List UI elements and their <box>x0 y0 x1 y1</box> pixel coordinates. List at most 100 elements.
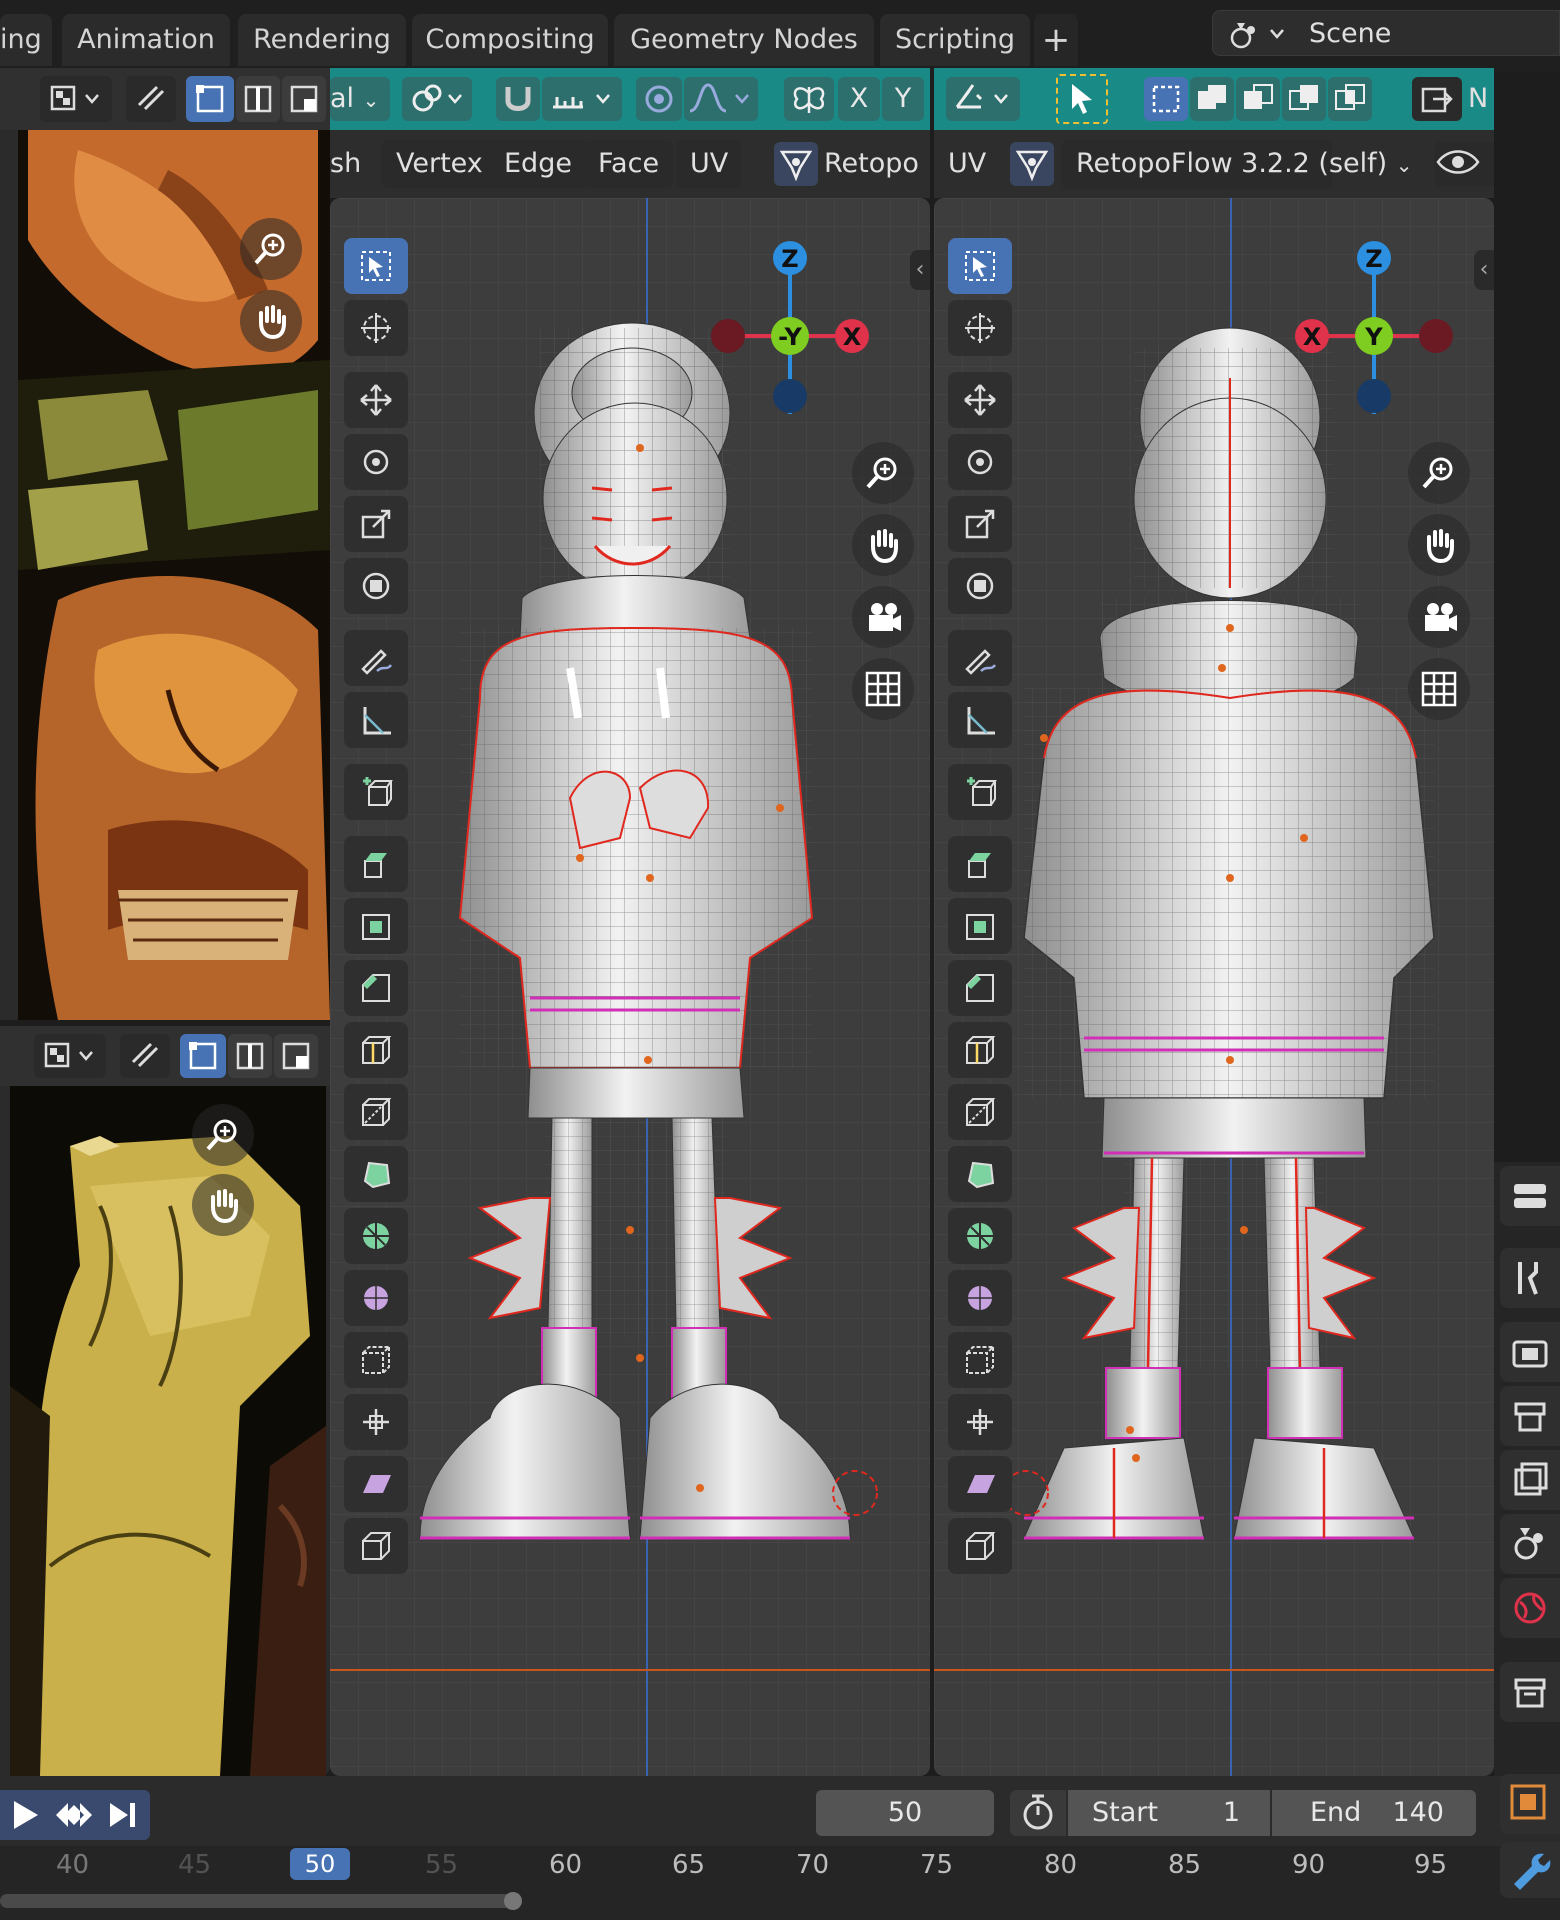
sync-selection-button[interactable] <box>126 76 176 122</box>
add-cube-tool-back[interactable] <box>948 764 1012 820</box>
retopoflow-version-dropdown[interactable]: RetopoFlow 3.2.2 (self) ⌄ <box>1062 140 1413 189</box>
navigation-gizmo-back[interactable]: Z X Y <box>1274 236 1494 416</box>
menu-uv-right[interactable]: UV <box>934 140 1000 188</box>
move-tool[interactable] <box>344 372 408 428</box>
edge-slide-tool[interactable] <box>344 1332 408 1388</box>
face-select-button-bottom[interactable] <box>274 1034 318 1078</box>
rip-tool[interactable] <box>344 1518 408 1574</box>
pivot-dropdown[interactable] <box>402 77 472 121</box>
menu-face[interactable]: Face <box>584 140 674 188</box>
pan-button-front[interactable] <box>852 514 914 576</box>
editor-type-dropdown[interactable] <box>40 76 112 122</box>
workspace-tab-animation[interactable]: Animation <box>62 14 230 66</box>
measure-tool-back[interactable] <box>948 692 1012 748</box>
sidebar-toggle-front[interactable]: ‹ <box>910 250 930 290</box>
scale-tool-back[interactable] <box>948 496 1012 552</box>
end-frame-field[interactable]: End 140 <box>1272 1790 1476 1836</box>
menu-edge[interactable]: Edge <box>490 140 586 188</box>
transform-orientation-dropdown[interactable] <box>946 77 1020 121</box>
properties-tool-tab[interactable] <box>1500 1166 1560 1226</box>
cursor-tool-back[interactable] <box>948 300 1012 356</box>
bevel-tool[interactable] <box>344 960 408 1016</box>
vertex-select-button-bottom[interactable] <box>180 1034 226 1078</box>
mirror-y-toggle[interactable]: Y <box>882 77 924 121</box>
properties-tool-settings-tab[interactable] <box>1500 1248 1560 1308</box>
edge-select-button-bottom[interactable] <box>228 1034 272 1078</box>
timeline-scrollbar[interactable] <box>0 1894 520 1908</box>
workspace-tab-scripting[interactable]: Scripting <box>880 14 1030 66</box>
camera-view-button-back[interactable] <box>1408 586 1470 648</box>
face-select-button[interactable] <box>282 76 326 122</box>
properties-object-tab[interactable] <box>1500 1774 1560 1834</box>
poly-build-tool[interactable] <box>344 1146 408 1202</box>
properties-render-tab[interactable] <box>1500 1322 1560 1382</box>
properties-view-layer-tab[interactable] <box>1500 1450 1560 1510</box>
rotate-tool-back[interactable] <box>948 434 1012 490</box>
sidebar-toggle-back[interactable]: ‹ <box>1474 250 1494 290</box>
snap-target-dropdown[interactable] <box>542 77 622 121</box>
visibility-dropdown[interactable] <box>1434 142 1494 186</box>
edge-slide-tool-back[interactable] <box>948 1332 1012 1388</box>
rip-tool-back[interactable] <box>948 1518 1012 1574</box>
properties-output-tab[interactable] <box>1500 1386 1560 1446</box>
mirror-x-toggle[interactable]: X <box>838 77 880 121</box>
annotate-tool-back[interactable] <box>948 630 1012 686</box>
shading-dropdown[interactable]: al ⌄ <box>330 77 390 121</box>
mirror-options-button[interactable] <box>784 77 834 121</box>
zoom-view-button-bottom[interactable] <box>192 1104 254 1166</box>
workspace-tab-compositing[interactable]: Compositing <box>412 14 608 66</box>
zoom-view-button[interactable] <box>240 218 302 280</box>
knife-tool-back[interactable] <box>948 1084 1012 1140</box>
select-intersect-button[interactable] <box>1328 77 1372 121</box>
ortho-toggle-back[interactable] <box>1408 658 1470 720</box>
annotate-tool[interactable] <box>344 630 408 686</box>
scale-tool[interactable] <box>344 496 408 552</box>
pan-view-button-bottom[interactable] <box>192 1174 254 1236</box>
menu-mesh[interactable]: sh <box>330 140 375 188</box>
transform-tool-back[interactable] <box>948 558 1012 614</box>
select-new-button[interactable] <box>1144 77 1188 121</box>
viewport-front-canvas[interactable]: Z X -Y ‹ <box>330 198 930 1776</box>
retopoflow-button-right[interactable] <box>1010 142 1054 186</box>
inset-tool-back[interactable] <box>948 898 1012 954</box>
select-box-tool[interactable] <box>344 238 408 294</box>
current-frame-marker[interactable]: 50 <box>290 1848 350 1880</box>
retopoflow-menu-label[interactable]: Retopo <box>824 140 933 188</box>
smooth-tool[interactable] <box>344 1270 408 1326</box>
ortho-toggle-front[interactable] <box>852 658 914 720</box>
shrink-fatten-tool[interactable] <box>344 1394 408 1450</box>
add-workspace-button[interactable]: + <box>1034 14 1078 66</box>
select-invert-button[interactable] <box>1282 77 1326 121</box>
viewport-back-canvas[interactable]: Z X Y ‹ <box>934 198 1494 1776</box>
current-frame-field[interactable]: 50 <box>816 1790 994 1836</box>
properties-scene-tab[interactable] <box>1500 1514 1560 1574</box>
properties-modifier-tab[interactable] <box>1500 1842 1560 1898</box>
pan-button-back[interactable] <box>1408 514 1470 576</box>
smooth-tool-back[interactable] <box>948 1270 1012 1326</box>
scene-selector[interactable]: Scene <box>1212 10 1560 56</box>
loop-cut-tool-back[interactable] <box>948 1022 1012 1078</box>
select-extend-button[interactable] <box>1190 77 1234 121</box>
rotate-tool[interactable] <box>344 434 408 490</box>
start-frame-field[interactable]: Start 1 <box>1068 1790 1270 1836</box>
zoom-button-front[interactable] <box>852 442 914 504</box>
camera-view-button-front[interactable] <box>852 586 914 648</box>
editor-type-dropdown-bottom[interactable] <box>34 1034 106 1078</box>
timeline-scrollbar-handle[interactable] <box>504 1892 522 1910</box>
inset-tool[interactable] <box>344 898 408 954</box>
proportional-edit-toggle[interactable] <box>636 77 682 121</box>
menu-uv[interactable]: UV <box>676 140 743 188</box>
menu-vertex[interactable]: Vertex <box>382 140 497 188</box>
transform-tool[interactable] <box>344 558 408 614</box>
properties-collection-tab[interactable] <box>1500 1662 1560 1722</box>
falloff-dropdown[interactable] <box>684 77 758 121</box>
retopoflow-button[interactable] <box>774 142 818 186</box>
workspace-tab-rendering[interactable]: Rendering <box>238 14 406 66</box>
jump-end-icon[interactable] <box>104 1797 144 1833</box>
select-subtract-button[interactable] <box>1236 77 1280 121</box>
spin-tool[interactable] <box>344 1208 408 1264</box>
properties-world-tab[interactable] <box>1500 1578 1560 1638</box>
workspace-tab-geometry-nodes[interactable]: Geometry Nodes <box>614 14 874 66</box>
knife-tool[interactable] <box>344 1084 408 1140</box>
play-icon[interactable] <box>6 1797 46 1833</box>
